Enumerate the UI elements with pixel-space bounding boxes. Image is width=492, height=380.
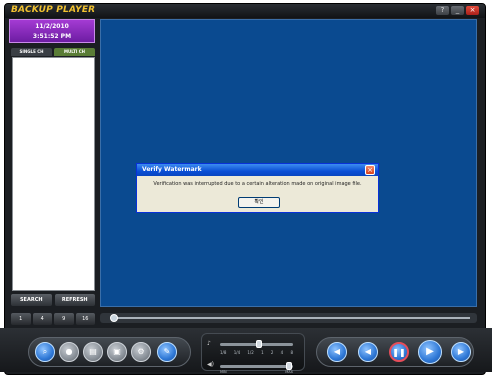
speed-icon: ♪ bbox=[207, 340, 211, 347]
watermark-icon[interactable]: ✎ bbox=[157, 342, 177, 362]
seek-bar[interactable] bbox=[100, 313, 477, 323]
help-button[interactable]: ? bbox=[436, 6, 449, 15]
rewind-start-icon[interactable]: ◀ bbox=[327, 342, 347, 362]
layout-1-button[interactable]: 1 bbox=[11, 313, 31, 325]
volume-min-label: MIN bbox=[220, 370, 227, 374]
step-forward-icon[interactable]: ▶ bbox=[451, 342, 471, 362]
file-list-panel[interactable] bbox=[12, 57, 95, 291]
speed-tick: 1 bbox=[261, 350, 264, 355]
record-icon[interactable]: ● bbox=[59, 342, 79, 362]
pause-icon[interactable]: ❚❚ bbox=[389, 342, 409, 362]
channel-mode-tabs: SINGLE CH MULTI CH bbox=[11, 48, 95, 56]
list-actions: SEARCH REFRESH bbox=[11, 294, 95, 306]
play-icon[interactable]: ▶ bbox=[418, 340, 442, 364]
tab-single-ch[interactable]: SINGLE CH bbox=[11, 48, 52, 56]
refresh-button[interactable]: REFRESH bbox=[54, 294, 95, 306]
dialog-ok-button[interactable]: 확인 bbox=[238, 197, 280, 208]
volume-slider-handle[interactable] bbox=[286, 362, 292, 370]
print-icon[interactable]: ▤ bbox=[83, 342, 103, 362]
speed-slider-handle[interactable] bbox=[256, 340, 262, 348]
dialog-title-bar: Verify Watermark × bbox=[137, 164, 378, 176]
close-button[interactable]: × bbox=[466, 6, 479, 15]
verify-watermark-dialog: Verify Watermark × Verification was inte… bbox=[136, 163, 379, 213]
time-text: 3:51:52 PM bbox=[32, 33, 72, 40]
volume-max-label: MAX bbox=[285, 370, 293, 374]
speed-ticks: 1/8 1/4 1/2 1 2 4 8 bbox=[220, 350, 293, 355]
step-back-icon[interactable]: ◀ bbox=[358, 342, 378, 362]
app-title: BACKUP PLAYER bbox=[11, 5, 96, 15]
dialog-message: Verification was interrupted due to a ce… bbox=[153, 181, 362, 187]
speed-tick: 1/4 bbox=[233, 350, 241, 355]
dialog-title: Verify Watermark bbox=[142, 166, 202, 173]
seek-handle[interactable] bbox=[110, 314, 118, 322]
speed-tick: 8 bbox=[290, 350, 293, 355]
volume-icon: ◀) bbox=[207, 361, 214, 368]
speed-tick: 2 bbox=[270, 350, 274, 355]
speed-tick: 4 bbox=[280, 350, 284, 355]
tab-multi-ch[interactable]: MULTI CH bbox=[54, 48, 95, 56]
date-text: 11/2/2010 bbox=[35, 23, 69, 30]
speed-tick: 1/8 bbox=[220, 350, 227, 355]
layout-16-button[interactable]: 16 bbox=[75, 313, 95, 325]
dialog-close-icon[interactable]: × bbox=[365, 165, 375, 175]
minimize-button[interactable]: _ bbox=[451, 6, 464, 15]
seek-track[interactable] bbox=[114, 317, 470, 319]
gear-icon[interactable]: ⚙ bbox=[131, 342, 151, 362]
speed-tick: 1/2 bbox=[247, 350, 254, 355]
channel-layout-buttons: 1 4 9 16 bbox=[11, 313, 95, 325]
layout-9-button[interactable]: 9 bbox=[54, 313, 74, 325]
volume-slider-track[interactable] bbox=[220, 365, 293, 368]
layout-4-button[interactable]: 4 bbox=[32, 313, 52, 325]
volume-labels: MIN MAX bbox=[220, 370, 293, 374]
title-bar: BACKUP PLAYER ? _ × bbox=[5, 4, 485, 18]
datetime-display: 11/2/2010 3:51:52 PM bbox=[9, 19, 95, 43]
search-icon[interactable]: ⌕ bbox=[35, 342, 55, 362]
search-button[interactable]: SEARCH bbox=[11, 294, 52, 306]
save-icon[interactable]: ▣ bbox=[107, 342, 127, 362]
